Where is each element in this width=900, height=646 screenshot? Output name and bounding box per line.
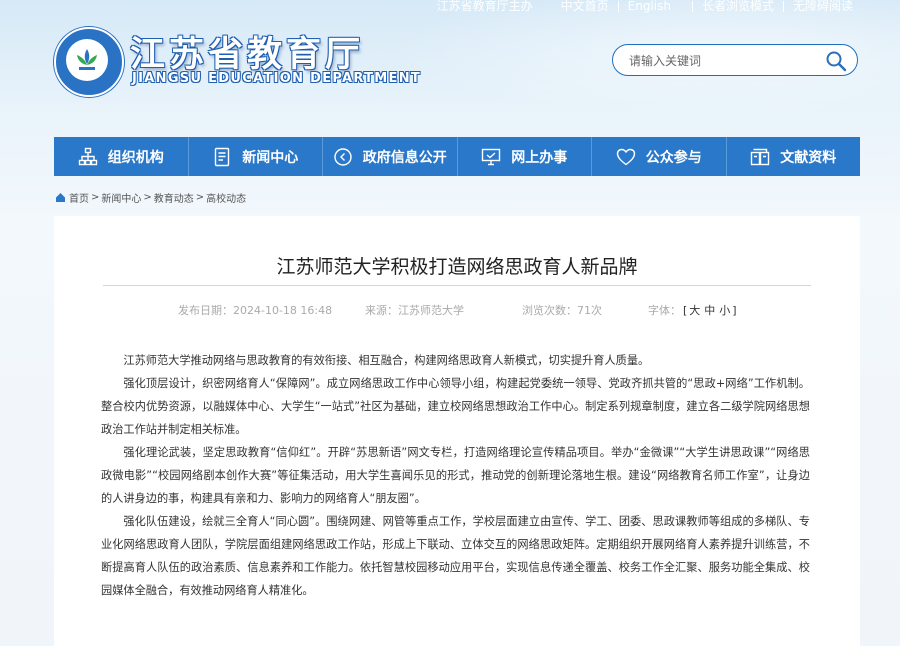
- top-links-bar: 江苏省教育厅主办 中文首页 English 长者浏览模式 无障碍阅读: [428, 0, 862, 14]
- home-icon: [55, 192, 66, 203]
- monitor-icon: [481, 147, 501, 167]
- article-body: 江苏师范大学推动网络与思政教育的有效衔接、相互融合，构建网络思政育人新模式，切实…: [101, 349, 810, 602]
- nav-item-gov-info[interactable]: 政府信息公开: [323, 137, 458, 176]
- chinese-home-link[interactable]: 中文首页: [552, 0, 618, 13]
- font-size-medium[interactable]: 中: [702, 304, 717, 317]
- books-icon: [750, 147, 770, 167]
- search-input[interactable]: [627, 51, 821, 71]
- nav-item-organization[interactable]: 组织机构: [54, 137, 189, 176]
- search-icon[interactable]: [825, 50, 847, 72]
- circle-arrow-icon: [333, 147, 353, 167]
- nav-label: 新闻中心: [242, 149, 299, 166]
- view-count: 浏览次数：71次: [522, 304, 602, 317]
- site-title: 江苏省教育厅: [130, 35, 365, 75]
- font-size-label: 字体：: [648, 304, 681, 317]
- font-size-small[interactable]: 小: [717, 304, 732, 317]
- org-chart-icon: [78, 147, 98, 167]
- nav-item-news[interactable]: 新闻中心: [189, 137, 323, 176]
- font-size-large[interactable]: 大: [687, 304, 702, 317]
- article-paragraph: 强化队伍建设，绘就三全育人“同心圆”。围绕网建、网管等重点工作，学校层面建立由宣…: [101, 515, 810, 597]
- breadcrumb-news[interactable]: 新闻中心: [101, 190, 141, 205]
- main-nav: 组织机构 新闻中心 政府信息公开 网上办事 公众参与 文献资料: [54, 137, 860, 176]
- accessible-reading-link[interactable]: 无障碍阅读: [784, 0, 862, 13]
- breadcrumb-separator: >: [195, 192, 205, 203]
- breadcrumb-university-news[interactable]: 高校动态: [206, 190, 246, 205]
- heart-icon: [616, 147, 636, 167]
- department-logo[interactable]: [54, 27, 124, 97]
- nav-label: 组织机构: [107, 149, 164, 166]
- nav-label: 公众参与: [645, 149, 702, 166]
- logo-flower-icon: [77, 49, 97, 70]
- article-paragraph: 强化顶层设计，织密网络育人“保障网”。成立网络思政工作中心领导小组，构建起党委统…: [101, 377, 810, 436]
- nav-item-documents[interactable]: 文献资料: [727, 137, 861, 176]
- nav-label: 政府信息公开: [362, 149, 447, 166]
- site-subtitle: JIANGSU EDUCATION DEPARTMENT: [132, 71, 422, 86]
- title-divider: [103, 285, 811, 286]
- nav-label: 文献资料: [780, 149, 837, 166]
- article-paragraph: 江苏师范大学推动网络与思政教育的有效衔接、相互融合，构建网络思政育人新模式，切实…: [123, 354, 650, 367]
- publish-date: 发布日期：2024-10-18 16:48: [178, 304, 333, 317]
- document-icon: [212, 147, 232, 167]
- breadcrumb-home[interactable]: 首页: [69, 190, 89, 205]
- english-link[interactable]: English: [619, 0, 680, 13]
- nav-item-online-service[interactable]: 网上办事: [458, 137, 592, 176]
- breadcrumb-education-news[interactable]: 教育动态: [154, 190, 194, 205]
- article-source: 来源：江苏师范大学: [365, 304, 464, 317]
- breadcrumb-separator: >: [91, 192, 100, 203]
- search-box: [612, 44, 858, 76]
- nav-label: 网上办事: [511, 149, 568, 166]
- article-paragraph: 强化理论武装，坚定思政教育“信仰红”。开辟“苏思新语”网文专栏，打造网络理论宣传…: [101, 446, 810, 505]
- font-size-switcher: [大中小]: [683, 304, 737, 317]
- breadcrumb-separator: >: [143, 192, 152, 203]
- sponsor-text: 江苏省教育厅主办: [436, 0, 533, 13]
- article-panel: 江苏师范大学积极打造网络思政育人新品牌 发布日期：2024-10-18 16:4…: [54, 216, 860, 646]
- article-title: 江苏师范大学积极打造网络思政育人新品牌: [276, 256, 638, 278]
- elder-mode-link[interactable]: 长者浏览模式: [693, 0, 783, 13]
- nav-item-public-participation[interactable]: 公众参与: [592, 137, 727, 176]
- logo-emblem-inner: [66, 39, 108, 81]
- breadcrumb: 首页 > 新闻中心 > 教育动态 > 高校动态: [55, 190, 246, 205]
